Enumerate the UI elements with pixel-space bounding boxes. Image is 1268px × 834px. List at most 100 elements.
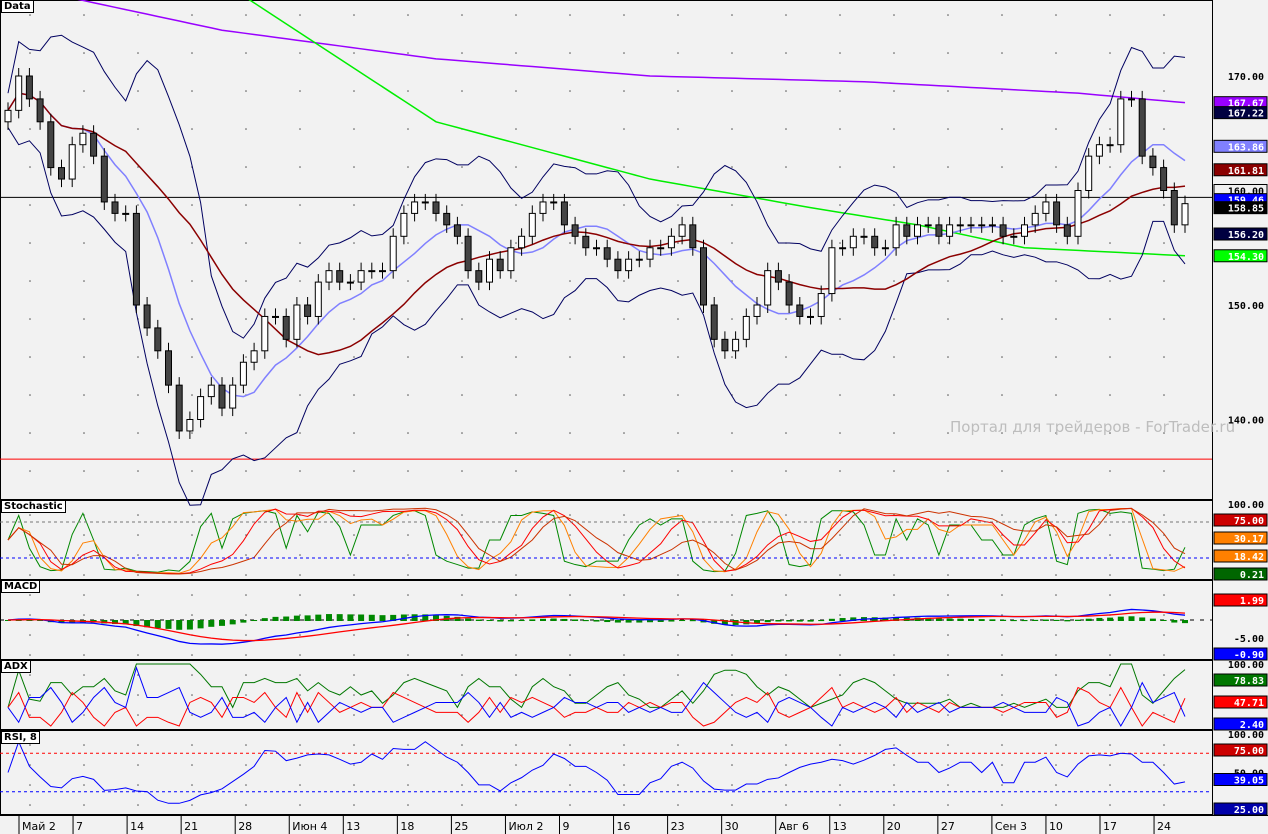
- grid-dot: [353, 534, 355, 536]
- grid-dot: [785, 634, 787, 636]
- grid-dot: [731, 764, 733, 766]
- candle-body: [154, 327, 162, 352]
- stochastic-line: [7, 507, 1186, 575]
- grid-dot: [569, 318, 571, 320]
- grid-dot: [947, 654, 949, 656]
- macd-histogram-bar: [165, 620, 172, 629]
- grid-dot: [245, 674, 247, 676]
- grid-dot: [83, 694, 85, 696]
- grid-dot: [353, 654, 355, 656]
- grid-dot: [245, 554, 247, 556]
- grid-dot: [839, 614, 841, 616]
- stoch-value-label: 0.21: [1240, 570, 1264, 581]
- grid-dot: [299, 614, 301, 616]
- grid-dot: [29, 554, 31, 556]
- macd-histogram-bar: [186, 620, 193, 630]
- candle-body: [443, 212, 451, 226]
- grid-dot: [245, 280, 247, 282]
- price-label: 167.22: [1228, 109, 1264, 120]
- grid-dot: [137, 744, 139, 746]
- grid-dot: [29, 14, 31, 16]
- grid-dot: [245, 432, 247, 434]
- grid-dot: [569, 744, 571, 746]
- grid-dot: [839, 394, 841, 396]
- grid-dot: [1109, 634, 1111, 636]
- grid-dot: [623, 166, 625, 168]
- grid-dot: [245, 242, 247, 244]
- grid-dot: [947, 204, 949, 206]
- grid-dot: [137, 128, 139, 130]
- grid-dot: [569, 128, 571, 130]
- grid-dot: [245, 204, 247, 206]
- candle-body: [881, 247, 889, 250]
- grid-dot: [461, 634, 463, 636]
- grid-dot: [1055, 634, 1057, 636]
- grid-dot: [83, 204, 85, 206]
- grid-dot: [245, 764, 247, 766]
- macd-histogram-bar: [315, 614, 322, 621]
- grid-dot: [677, 674, 679, 676]
- adx-value-label: 78.83: [1234, 676, 1264, 687]
- grid-dot: [623, 470, 625, 472]
- grid-dot: [137, 394, 139, 396]
- candle-body: [229, 384, 237, 409]
- grid-dot: [947, 674, 949, 676]
- price-label: 161.81: [1228, 166, 1264, 177]
- grid-dot: [191, 470, 193, 472]
- x-tick-label: 20: [887, 820, 901, 833]
- grid-dot: [1055, 128, 1057, 130]
- grid-dot: [569, 14, 571, 16]
- grid-dot: [461, 554, 463, 556]
- grid-dot: [137, 594, 139, 596]
- chart-canvas[interactable]: 170.00160.00150.00140.00167.67167.22163.…: [0, 0, 1268, 834]
- grid-dot: [191, 394, 193, 396]
- grid-dot: [1109, 804, 1111, 806]
- grid-dot: [1109, 166, 1111, 168]
- grid-dot: [947, 318, 949, 320]
- grid-dot: [947, 166, 949, 168]
- macd-histogram-bar: [240, 620, 247, 623]
- candle-body: [100, 155, 108, 203]
- candle-body: [860, 235, 868, 238]
- grid-dot: [461, 14, 463, 16]
- grid-dot: [785, 654, 787, 656]
- price-tick: 170.00: [1228, 72, 1264, 83]
- grid-dot: [515, 534, 517, 536]
- grid-dot: [731, 714, 733, 716]
- grid-dot: [191, 574, 193, 576]
- grid-dot: [731, 654, 733, 656]
- grid-dot: [731, 14, 733, 16]
- grid-dot: [569, 432, 571, 434]
- grid-dot: [569, 242, 571, 244]
- grid-dot: [515, 574, 517, 576]
- grid-dot: [83, 784, 85, 786]
- grid-dot: [1163, 594, 1165, 596]
- grid-dot: [137, 764, 139, 766]
- grid-dot: [623, 674, 625, 676]
- grid-dot: [947, 634, 949, 636]
- grid-dot: [245, 614, 247, 616]
- grid-dot: [461, 432, 463, 434]
- grid-dot: [191, 128, 193, 130]
- grid-dot: [299, 594, 301, 596]
- macd-line: [7, 608, 1186, 645]
- macd-histogram-bar: [347, 614, 354, 621]
- grid-dot: [731, 694, 733, 696]
- grid-dot: [785, 432, 787, 434]
- macd-histogram-bar: [946, 618, 953, 621]
- candle-body: [261, 315, 269, 352]
- grid-dot: [1109, 714, 1111, 716]
- grid-dot: [137, 634, 139, 636]
- grid-dot: [839, 470, 841, 472]
- grid-dot: [1001, 574, 1003, 576]
- candle-body: [721, 338, 729, 352]
- grid-dot: [515, 432, 517, 434]
- macd-histogram-bar: [1042, 619, 1049, 621]
- grid-dot: [569, 764, 571, 766]
- grid-dot: [515, 356, 517, 358]
- grid-dot: [137, 654, 139, 656]
- grid-dot: [245, 694, 247, 696]
- candle-body: [1053, 201, 1061, 226]
- stochastic-line: [7, 508, 1186, 574]
- grid-dot: [1109, 356, 1111, 358]
